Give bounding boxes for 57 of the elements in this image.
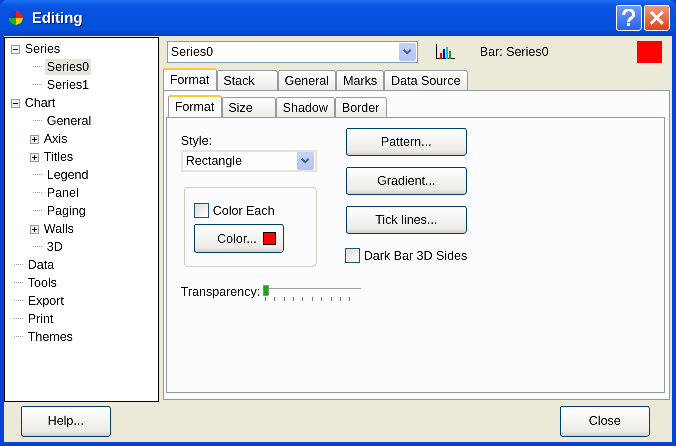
help-button[interactable]	[616, 5, 642, 31]
tab[interactable]: General	[278, 70, 336, 90]
tree-item[interactable]: Tools	[26, 275, 60, 291]
tab[interactable]: Border	[335, 97, 387, 117]
dark-bar-label: Dark Bar 3D Sides	[364, 248, 468, 262]
collapse-icon[interactable]	[11, 98, 20, 108]
transparency-label: Transparency:	[181, 285, 260, 299]
transparency-slider[interactable]	[263, 285, 362, 303]
tree-item[interactable]: Print	[26, 311, 56, 327]
series-dropdown[interactable]: Series0	[167, 41, 418, 63]
expand-icon[interactable]	[30, 152, 39, 162]
series-label: Bar: Series0	[480, 45, 549, 59]
tab[interactable]: Stack	[216, 70, 278, 90]
question-mark-icon	[621, 9, 637, 27]
tree-item[interactable]: Series1	[45, 77, 92, 93]
action-button[interactable]: Tick lines...	[346, 206, 467, 234]
close-icon	[649, 10, 665, 26]
tree-item[interactable]: Data	[26, 257, 56, 273]
tree-item[interactable]: Walls	[42, 221, 76, 237]
expand-icon[interactable]	[30, 134, 39, 144]
expand-icon[interactable]	[30, 224, 39, 234]
help-dialog-button[interactable]: Help...	[21, 406, 111, 436]
color-each-label: Color Each	[213, 204, 275, 218]
close-dialog-button[interactable]: Close	[560, 406, 650, 436]
checkbox[interactable]	[345, 248, 360, 263]
close-button[interactable]	[644, 5, 670, 31]
tree-item[interactable]: Paging	[45, 203, 88, 219]
tree-item[interactable]: Panel	[45, 185, 81, 201]
action-button[interactable]: Pattern...	[346, 128, 467, 156]
tab[interactable]: Format	[168, 95, 222, 117]
tree-item[interactable]: Chart	[23, 95, 58, 111]
tree-item[interactable]: Series	[23, 41, 62, 57]
tab[interactable]: Marks	[336, 70, 384, 90]
checkbox[interactable]	[194, 203, 209, 218]
action-button[interactable]: Gradient...	[346, 167, 467, 195]
window-title: Editing	[32, 10, 83, 26]
color-button[interactable]: Color...	[194, 224, 284, 253]
collapse-icon[interactable]	[11, 44, 20, 54]
caret-icon	[301, 158, 310, 164]
tree-item[interactable]: General	[45, 113, 94, 129]
tree-item[interactable]: 3D	[45, 239, 65, 255]
tab[interactable]: Format	[163, 68, 217, 90]
pie-chart-icon	[8, 10, 24, 26]
style-dropdown[interactable]: Rectangle	[181, 150, 317, 172]
caret-icon	[403, 49, 412, 55]
series-color-swatch[interactable]	[637, 41, 662, 63]
style-label: Style:	[181, 134, 214, 148]
tab[interactable]: Data Source	[384, 70, 468, 90]
tab[interactable]: Shadow	[276, 97, 336, 117]
tree-item[interactable]: Export	[26, 293, 66, 309]
tab[interactable]: Size	[222, 97, 276, 117]
bar-chart-icon	[436, 44, 456, 60]
tree-item[interactable]: Series0	[45, 59, 92, 75]
tree-item[interactable]: Themes	[26, 329, 76, 345]
tree-item[interactable]: Axis	[42, 131, 70, 147]
tree-item[interactable]: Titles	[42, 149, 76, 165]
tree-item[interactable]: Legend	[45, 167, 91, 183]
